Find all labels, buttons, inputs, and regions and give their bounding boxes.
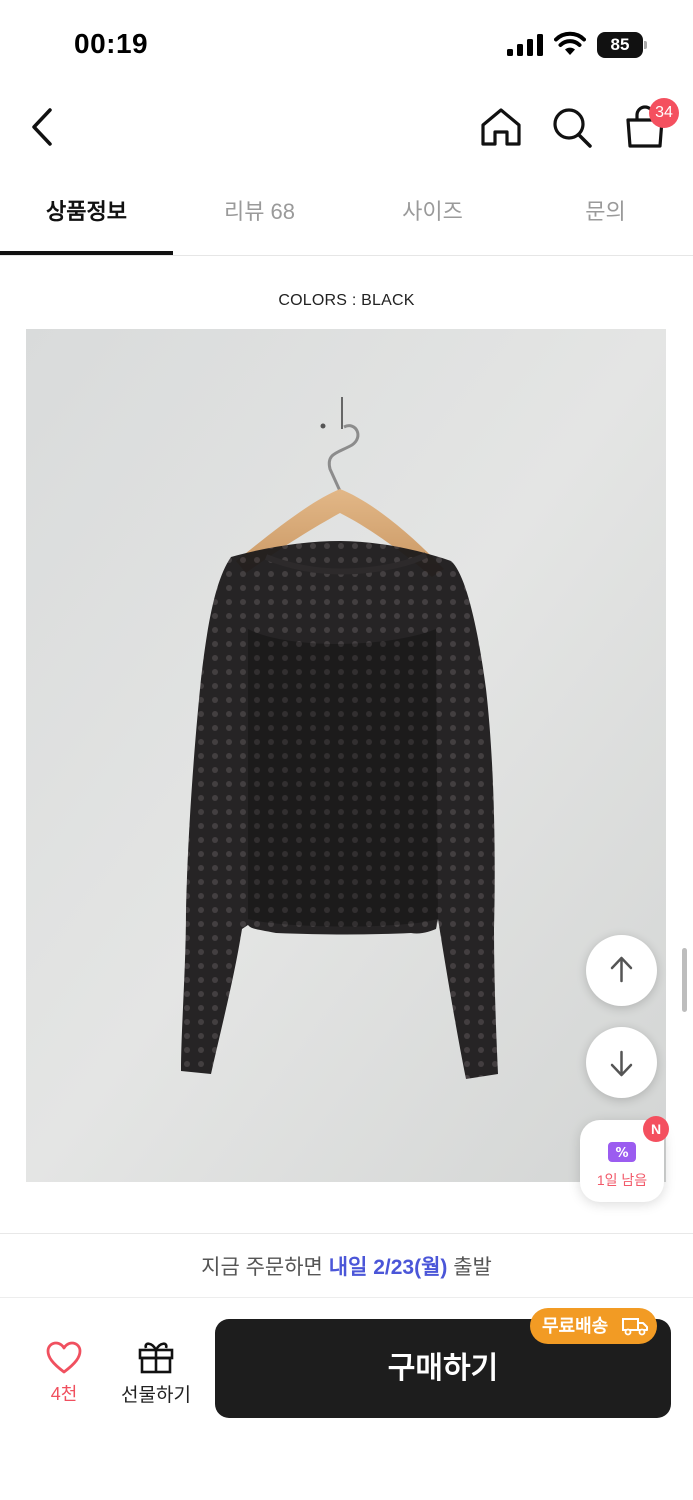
cart-count-badge: 34	[649, 98, 679, 128]
gift-icon	[138, 1342, 174, 1374]
search-button[interactable]	[550, 104, 594, 150]
truck-icon	[622, 1318, 648, 1336]
new-badge: N	[643, 1116, 669, 1142]
scroll-up-button[interactable]	[586, 935, 657, 1006]
search-icon	[553, 108, 592, 148]
battery-tip	[644, 41, 647, 49]
tab-inquiry[interactable]: 문의	[519, 172, 692, 255]
like-button[interactable]: 4천	[30, 1338, 98, 1410]
gift-label: 선물하기	[121, 1385, 191, 1406]
delivery-prefix: 지금 주문하면	[201, 1256, 323, 1279]
arrow-down-icon	[610, 1050, 633, 1077]
delivery-info: 지금 주문하면 내일 2/23(월) 출발	[0, 1233, 693, 1297]
arrow-up-icon	[610, 956, 633, 983]
heart-icon	[46, 1341, 82, 1374]
chevron-left-icon	[32, 108, 52, 146]
delivery-suffix: 출발	[453, 1256, 492, 1279]
back-button[interactable]	[26, 104, 60, 150]
battery-indicator: 85	[597, 32, 647, 58]
free-shipping-label: 무료배송	[542, 1316, 609, 1336]
cellular-signal-icon	[507, 34, 543, 56]
like-count: 4천	[50, 1384, 78, 1404]
gift-button[interactable]: 선물하기	[112, 1336, 200, 1410]
scrollbar[interactable]	[682, 948, 687, 1012]
status-bar: 00:19 85	[0, 0, 693, 90]
coupon-label: 1일 남음	[596, 1172, 648, 1188]
status-time: 00:19	[74, 28, 149, 59]
tab-reviews[interactable]: 리뷰 68	[173, 172, 346, 255]
battery-level: 85	[597, 32, 643, 58]
delivery-date: 내일 2/23(월)	[328, 1256, 448, 1279]
active-tab-indicator	[0, 251, 173, 255]
home-icon	[481, 108, 521, 146]
tab-product-info[interactable]: 상품정보	[0, 172, 173, 255]
product-tabs: 상품정보 리뷰 68 사이즈 문의	[0, 172, 693, 256]
free-shipping-badge: 무료배송	[530, 1308, 657, 1344]
product-image	[26, 329, 666, 1182]
tab-size[interactable]: 사이즈	[346, 172, 519, 255]
scroll-down-button[interactable]	[586, 1027, 657, 1098]
svg-text:%: %	[615, 1146, 628, 1161]
home-button[interactable]	[479, 106, 523, 148]
wifi-icon	[554, 31, 586, 55]
colors-caption: COLORS : BLACK	[278, 292, 415, 309]
